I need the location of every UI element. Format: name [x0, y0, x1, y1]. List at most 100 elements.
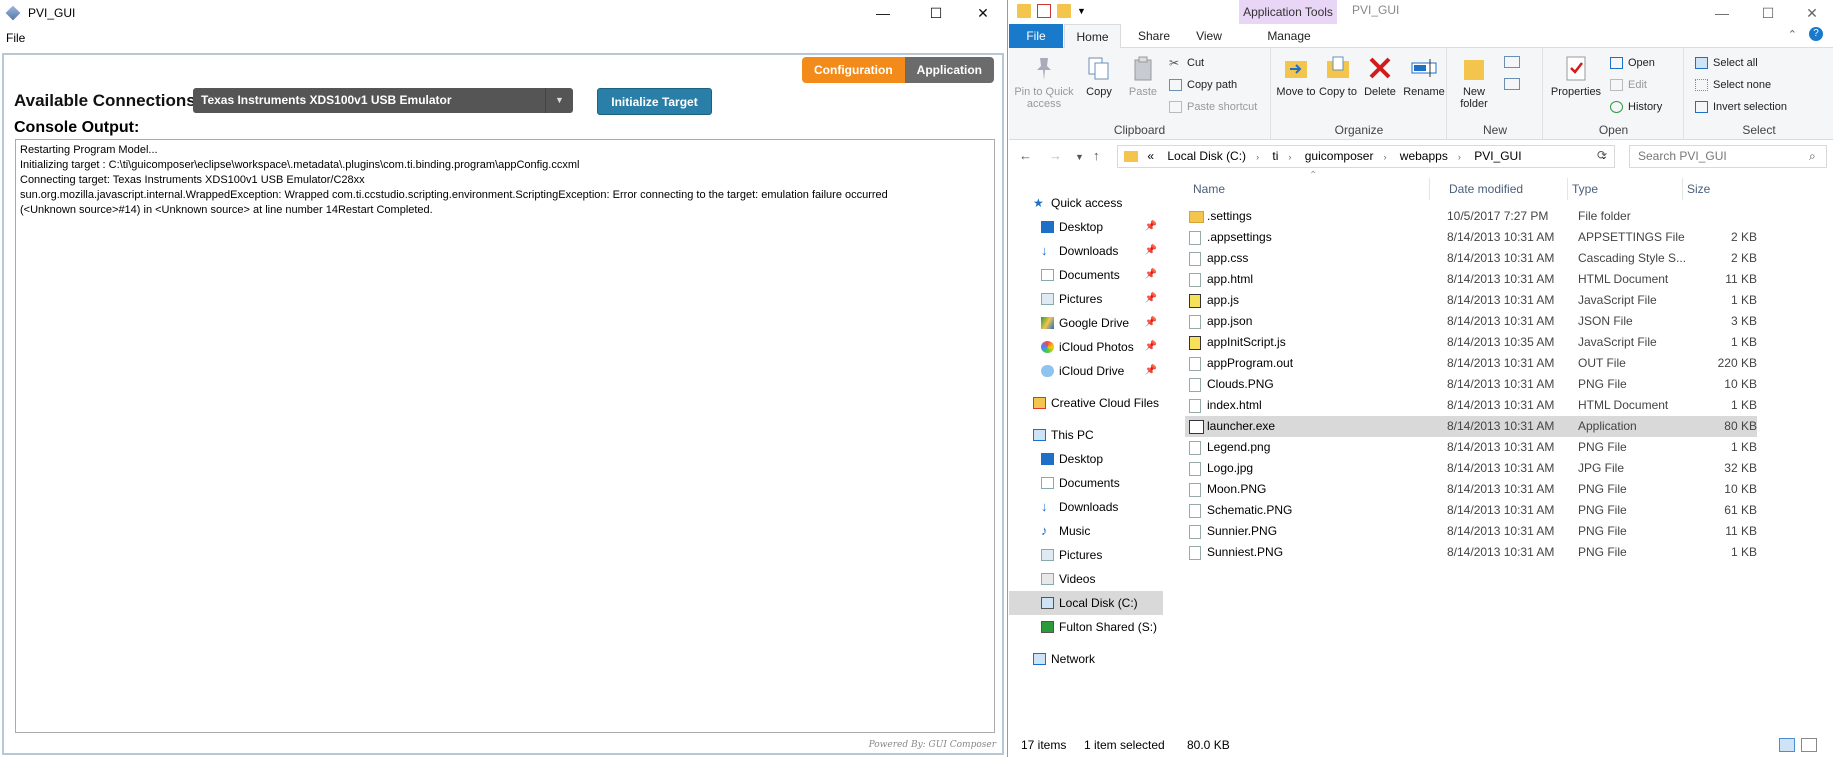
new-item-icon[interactable] — [1504, 56, 1520, 68]
nav-creative-cloud[interactable]: Creative Cloud Files — [1009, 391, 1163, 415]
column-date[interactable]: Date modified — [1449, 182, 1523, 196]
new-folder-icon[interactable] — [1057, 4, 1071, 18]
pin-quick-access-button[interactable]: Pin to Quick access — [1013, 54, 1075, 110]
address-overflow[interactable]: « — [1147, 149, 1154, 163]
new-folder-button[interactable]: New folder — [1452, 54, 1496, 110]
help-icon[interactable]: ? — [1809, 27, 1823, 41]
paste-button[interactable]: Paste — [1123, 54, 1163, 98]
folder-icon[interactable] — [1017, 4, 1031, 18]
nav-pc-fulton-shared[interactable]: Fulton Shared (S:) — [1009, 615, 1163, 639]
search-icon[interactable]: ⌕ — [1809, 149, 1816, 164]
nav-google-drive[interactable]: Google Drive 📌 — [1009, 311, 1163, 335]
column-name[interactable]: Name — [1193, 182, 1225, 196]
pin-icon[interactable]: 📌 — [1145, 239, 1157, 263]
nav-desktop[interactable]: Desktop 📌 — [1009, 215, 1163, 239]
close-button[interactable]: ✕ — [1789, 0, 1833, 27]
application-button[interactable]: Application — [904, 57, 994, 83]
move-to-button[interactable]: Move to — [1276, 54, 1316, 98]
properties-button[interactable]: Properties — [1548, 54, 1604, 98]
file-row[interactable]: Legend.png 8/14/2013 10:31 AM PNG File 1 KB — [1185, 437, 1757, 458]
file-row[interactable]: .settings 10/5/2017 7:27 PM File folder — [1185, 206, 1757, 227]
console-output[interactable]: Restarting Program Model... Initializing… — [15, 139, 995, 733]
recent-locations-icon[interactable]: ▼ — [1075, 152, 1084, 162]
tab-share[interactable]: Share — [1129, 24, 1179, 48]
nav-pictures[interactable]: Pictures 📌 — [1009, 287, 1163, 311]
configuration-button[interactable]: Configuration — [802, 57, 905, 83]
history-button[interactable]: History — [1610, 98, 1662, 116]
invert-selection-button[interactable]: Invert selection — [1695, 98, 1787, 116]
column-divider[interactable] — [1429, 178, 1430, 200]
file-row[interactable]: app.json 8/14/2013 10:31 AM JSON File 3 KB — [1185, 311, 1757, 332]
file-row[interactable]: Sunniest.PNG 8/14/2013 10:31 AM PNG File 1 … — [1185, 542, 1757, 563]
search-input[interactable]: Search PVI_GUI — [1629, 145, 1827, 168]
file-row[interactable]: appProgram.out 8/14/2013 10:31 AM OUT File… — [1185, 353, 1757, 374]
pin-icon[interactable]: 📌 — [1145, 359, 1157, 383]
copy-path-button[interactable]: Copy path — [1169, 76, 1237, 94]
file-row[interactable]: Logo.jpg 8/14/2013 10:31 AM JPG File 32 KB — [1185, 458, 1757, 479]
chevron-right-icon[interactable]: › — [1288, 152, 1291, 162]
minimize-button[interactable]: — — [1699, 0, 1745, 27]
column-type[interactable]: Type — [1572, 182, 1598, 196]
file-row[interactable]: app.js 8/14/2013 10:31 AM JavaScript File 1… — [1185, 290, 1757, 311]
tab-home[interactable]: Home — [1064, 24, 1121, 49]
close-button[interactable]: ✕ — [960, 0, 1006, 27]
nav-downloads[interactable]: ↓ Downloads 📌 — [1009, 239, 1163, 263]
chevron-right-icon[interactable]: › — [1383, 152, 1386, 162]
chevron-down-icon[interactable]: ▼ — [1077, 6, 1086, 16]
pin-icon[interactable]: 📌 — [1145, 335, 1157, 359]
breadcrumb-item[interactable]: webapps — [1400, 149, 1448, 163]
nav-network[interactable]: Network — [1009, 647, 1163, 671]
column-size[interactable]: Size — [1687, 182, 1710, 196]
column-divider[interactable] — [1567, 178, 1568, 200]
nav-pc-desktop[interactable]: Desktop — [1009, 447, 1163, 471]
chevron-right-icon[interactable]: › — [1256, 152, 1259, 162]
pin-icon[interactable]: 📌 — [1145, 215, 1157, 239]
file-row[interactable]: Sunnier.PNG 8/14/2013 10:31 AM PNG File 11 … — [1185, 521, 1757, 542]
nav-pc-downloads[interactable]: ↓ Downloads — [1009, 495, 1163, 519]
tab-view[interactable]: View — [1184, 24, 1234, 48]
large-icons-view-icon[interactable] — [1801, 738, 1817, 752]
easy-access-icon[interactable] — [1504, 78, 1520, 90]
file-row[interactable]: Schematic.PNG 8/14/2013 10:31 AM PNG File 6… — [1185, 500, 1757, 521]
file-row[interactable]: app.css 8/14/2013 10:31 AM Cascading Style… — [1185, 248, 1757, 269]
chevron-down-icon[interactable]: ▼ — [545, 88, 573, 113]
paste-shortcut-button[interactable]: Paste shortcut — [1169, 98, 1257, 116]
rename-button[interactable]: Rename — [1402, 54, 1446, 98]
column-divider[interactable] — [1682, 178, 1683, 200]
file-row[interactable]: Moon.PNG 8/14/2013 10:31 AM PNG File 10 KB — [1185, 479, 1757, 500]
back-arrow-icon[interactable]: ← — [1019, 148, 1032, 163]
file-row[interactable]: appInitScript.js 8/14/2013 10:35 AM JavaSc… — [1185, 332, 1757, 353]
copy-to-button[interactable]: Copy to — [1318, 54, 1358, 98]
file-row[interactable]: .appsettings 8/14/2013 10:31 AM APPSETTING… — [1185, 227, 1757, 248]
tab-manage[interactable]: Manage — [1244, 24, 1334, 48]
properties-icon[interactable] — [1037, 4, 1051, 18]
file-row[interactable]: Clouds.PNG 8/14/2013 10:31 AM PNG File 10 K… — [1185, 374, 1757, 395]
address-bar[interactable]: « Local Disk (C:) › ti › guicomposer › weba… — [1117, 145, 1615, 168]
nav-pc-pictures[interactable]: Pictures — [1009, 543, 1163, 567]
nav-pc-videos[interactable]: Videos — [1009, 567, 1163, 591]
cut-button[interactable]: ✂ Cut — [1169, 54, 1204, 72]
chevron-right-icon[interactable]: › — [1458, 152, 1461, 162]
file-row[interactable]: launcher.exe 8/14/2013 10:31 AM Applicatio… — [1185, 416, 1757, 437]
nav-pc-music[interactable]: ♪ Music — [1009, 519, 1163, 543]
breadcrumb-item[interactable]: ti — [1272, 149, 1278, 163]
nav-icloud-drive[interactable]: iCloud Drive 📌 — [1009, 359, 1163, 383]
nav-pc-local-disk[interactable]: Local Disk (C:) — [1009, 591, 1163, 615]
delete-button[interactable]: Delete — [1360, 54, 1400, 98]
menu-file[interactable]: File — [6, 31, 25, 45]
select-none-button[interactable]: Select none — [1695, 76, 1771, 94]
nav-icloud-photos[interactable]: iCloud Photos 📌 — [1009, 335, 1163, 359]
maximize-button[interactable]: ☐ — [913, 0, 959, 27]
file-row[interactable]: index.html 8/14/2013 10:31 AM HTML Documen… — [1185, 395, 1757, 416]
nav-this-pc[interactable]: This PC — [1009, 423, 1163, 447]
breadcrumb-item[interactable]: guicomposer — [1305, 149, 1374, 163]
breadcrumb-item[interactable]: Local Disk (C:) — [1167, 149, 1246, 163]
nav-documents[interactable]: Documents 📌 — [1009, 263, 1163, 287]
pin-icon[interactable]: 📌 — [1145, 287, 1157, 311]
tab-file[interactable]: File — [1009, 24, 1063, 48]
pin-icon[interactable]: 📌 — [1145, 311, 1157, 335]
refresh-icon[interactable]: ⟳ — [1597, 148, 1607, 162]
minimize-button[interactable]: — — [860, 0, 906, 27]
open-button[interactable]: Open — [1610, 54, 1655, 72]
forward-arrow-icon[interactable]: → — [1049, 148, 1062, 163]
